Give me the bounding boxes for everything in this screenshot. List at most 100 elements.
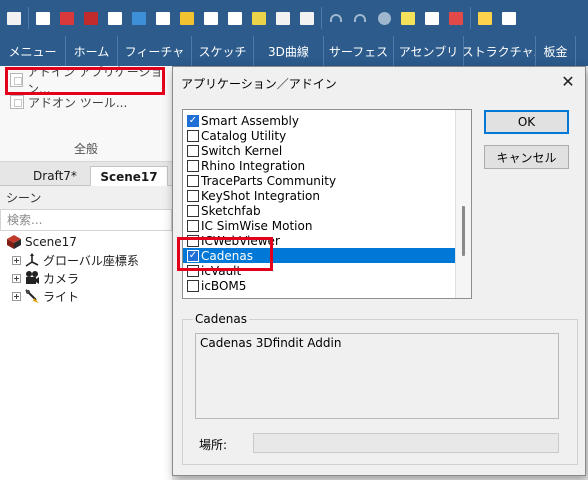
redo-icon[interactable] <box>349 7 371 29</box>
document-tabs: Draft7* Scene17 <box>0 162 172 186</box>
properties-icon[interactable] <box>421 7 443 29</box>
tree-item-label: ライト <box>43 289 80 304</box>
properties-icon-glyph <box>425 11 439 25</box>
ribbon-tab-4[interactable]: 3D曲線 <box>254 36 324 66</box>
copy-icon-glyph <box>478 11 492 25</box>
ribbon-tab-1[interactable]: ホーム <box>66 36 118 66</box>
view-menu-icon[interactable] <box>498 7 520 29</box>
scrollbar-thumb[interactable] <box>462 206 465 256</box>
addin-checkbox[interactable] <box>187 174 199 187</box>
addin-list-item[interactable]: Sketchfab <box>183 203 457 218</box>
drawing-icon[interactable] <box>80 7 102 29</box>
template-icon-glyph <box>108 11 122 25</box>
addin-list-item[interactable]: Rhino Integration <box>183 158 457 173</box>
close-icon[interactable]: ✕ <box>555 69 581 93</box>
new-icon[interactable] <box>32 7 54 29</box>
addon-tools-button[interactable]: アドオン ツール... <box>10 92 127 112</box>
addin-description: Cadenas 3Dfindit Addin <box>195 333 559 419</box>
addin-checkbox[interactable]: ✓ <box>187 114 199 127</box>
render-icon[interactable] <box>373 7 395 29</box>
scene-search-input[interactable]: 検索... <box>0 209 172 231</box>
open-file-icon[interactable] <box>128 7 150 29</box>
addin-checkbox[interactable] <box>187 159 199 172</box>
toolbar-separator <box>28 7 29 29</box>
ribbon-tab-3[interactable]: スケッチ <box>192 36 254 66</box>
options-icon[interactable] <box>152 7 174 29</box>
ribbon-tab-2[interactable]: フィーチャ <box>118 36 192 66</box>
tree-item-label: グローバル座標系 <box>43 253 139 268</box>
save-as-icon[interactable] <box>224 7 246 29</box>
addin-list-item[interactable]: Catalog Utility <box>183 128 457 143</box>
tree-item-light[interactable]: ライト <box>12 287 79 305</box>
addin-name: IC SimWise Motion <box>201 218 313 233</box>
addin-name: Switch Kernel <box>201 143 283 158</box>
quick-access-toolbar <box>0 0 588 36</box>
save-icon[interactable] <box>200 7 222 29</box>
send-icon[interactable] <box>445 7 467 29</box>
addin-list-item[interactable]: KeyShot Integration <box>183 188 457 203</box>
addon-icon <box>10 95 24 109</box>
ribbon-tab-5[interactable]: サーフェス <box>324 36 394 66</box>
save-icon-glyph <box>204 11 218 25</box>
tab-scene17[interactable]: Scene17 <box>90 166 168 186</box>
ribbon-tab-8[interactable]: 板金 <box>536 36 576 66</box>
transfer-icon-glyph <box>276 11 290 25</box>
tree-item-camera[interactable]: カメラ <box>12 269 79 287</box>
scene-icon <box>7 235 21 249</box>
expand-icon[interactable] <box>12 273 21 283</box>
highlight-box-cadenas <box>177 237 273 271</box>
addin-name: Catalog Utility <box>201 128 287 143</box>
ribbon-tab-7[interactable]: ストラクチャ. <box>464 36 536 66</box>
tree-root-label: Scene17 <box>25 235 77 249</box>
addin-checkbox[interactable] <box>187 144 199 157</box>
template-icon[interactable] <box>104 7 126 29</box>
toolbar-separator <box>470 7 471 29</box>
tab-draft7[interactable]: Draft7* <box>28 166 82 186</box>
view-menu-icon-glyph <box>502 11 516 25</box>
addin-checkbox[interactable] <box>187 279 199 292</box>
expand-icon[interactable] <box>12 291 21 301</box>
tree-root-scene17[interactable]: Scene17 <box>6 233 77 251</box>
open-red-icon[interactable] <box>56 7 78 29</box>
addin-list-item[interactable]: ✓ Smart Assembly <box>183 113 457 128</box>
undo-icon-glyph <box>330 14 342 22</box>
folder-icon[interactable] <box>176 7 198 29</box>
options-icon-glyph <box>156 11 170 25</box>
list-scrollbar[interactable] <box>455 110 471 298</box>
addin-checkbox[interactable] <box>187 189 199 202</box>
open-red-icon-glyph <box>60 11 74 25</box>
addon-tools-label: アドオン ツール... <box>28 95 128 110</box>
highlight-box-addin <box>5 67 165 95</box>
details-group-title: Cadenas <box>193 312 249 326</box>
ribbon-group-label: 全般 <box>73 142 98 156</box>
ribbon-tab-0[interactable]: メニュー <box>0 36 66 66</box>
ribbon-tab-6[interactable]: アセンブリ <box>394 36 464 66</box>
addin-checkbox[interactable] <box>187 129 199 142</box>
addin-name: Smart Assembly <box>201 113 299 128</box>
addin-checkbox[interactable] <box>187 219 199 232</box>
sparkle-icon[interactable] <box>397 7 419 29</box>
addin-list-item[interactable]: Switch Kernel <box>183 143 457 158</box>
ok-button[interactable]: OK <box>484 110 569 134</box>
import-icon[interactable] <box>296 7 318 29</box>
camera-icon <box>26 271 39 284</box>
addin-name: icBOM5 <box>201 278 247 293</box>
app-logo-icon[interactable] <box>3 7 25 29</box>
addins-dialog: アプリケーション／アドイン ✕ icBOM5 icVault ✓ Cadenas ICW… <box>172 66 586 476</box>
folder-icon-glyph <box>180 11 194 25</box>
app-logo-icon-glyph <box>7 11 21 25</box>
expand-icon[interactable] <box>12 255 21 265</box>
addin-name: KeyShot Integration <box>201 188 320 203</box>
copy-icon[interactable] <box>474 7 496 29</box>
undo-icon[interactable] <box>325 7 347 29</box>
addin-list-item[interactable]: TraceParts Community <box>183 173 457 188</box>
addin-list-item[interactable]: icBOM5 <box>183 278 457 293</box>
location-field <box>253 433 559 453</box>
transfer-icon[interactable] <box>272 7 294 29</box>
axes-icon <box>25 253 39 267</box>
addin-list-item[interactable]: IC SimWise Motion <box>183 218 457 233</box>
addin-checkbox[interactable] <box>187 204 199 217</box>
cancel-button[interactable]: キャンセル <box>484 145 569 169</box>
wand-icon[interactable] <box>248 7 270 29</box>
tree-item-global-axes[interactable]: グローバル座標系 <box>12 251 139 269</box>
